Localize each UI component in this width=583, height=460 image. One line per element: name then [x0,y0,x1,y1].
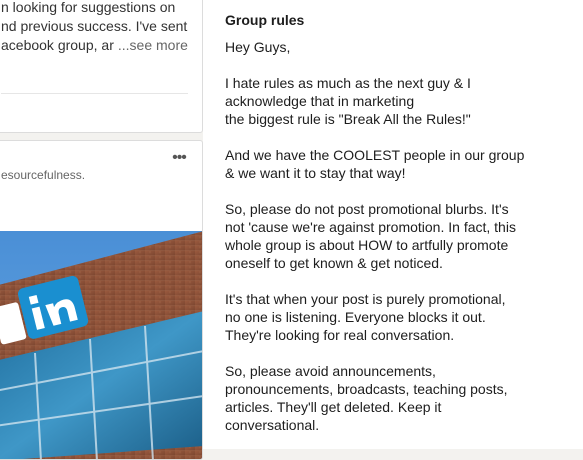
rules-line: So, please avoid announcements, [225,363,436,379]
see-more-link[interactable]: ...see more [118,37,188,53]
rules-paragraph: And we have the COOLEST people in our gr… [225,146,570,182]
rules-paragraph: Hey Guys, [225,38,570,56]
rules-line: articles. They'll get deleted. Keep it [225,399,442,415]
rules-line: acknowledge that in marketing [225,93,415,109]
rules-line: not 'cause we're against promotion. In f… [225,219,516,235]
rules-paragraph: So, please do not post promotional blurb… [225,200,570,272]
rules-line: oneself to get known & get noticed. [225,255,443,271]
post-text-line: n looking for suggestions on [1,0,176,15]
post-text-line: nd previous success. I've sent [1,18,188,34]
ellipsis-icon: ••• [172,149,187,166]
rules-paragraph: I hate rules as much as the next guy & I… [225,74,570,128]
group-rules-title: Group rules [225,12,305,28]
rules-line: pronouncements, broadcasts, teaching pos… [225,381,508,397]
post-text-line: acebook group, ar ...see more [1,36,197,55]
rules-line: the biggest rule is "Break All the Rules… [225,111,471,127]
group-rules-panel: Group rules Hey Guys, I hate rules as mu… [203,0,583,449]
rules-line: Hey Guys, [225,39,291,55]
feed-post-card: n looking for suggestions on nd previous… [0,0,203,133]
rules-line: conversational. [225,417,320,433]
rules-line: no one is listening. Everyone blocks it … [225,309,486,325]
rules-paragraph: So, please avoid announcements, pronounc… [225,362,570,434]
rules-line: whole group is about HOW to artfully pro… [225,237,509,253]
rules-line: So, please do not post promotional blurb… [225,201,509,217]
rules-line: & we want it to stay that way! [225,165,406,181]
rules-line: They're looking for real conversation. [225,327,455,343]
group-rules-body: Hey Guys, I hate rules as much as the ne… [225,38,570,452]
rules-line: It's that when your post is purely promo… [225,291,506,307]
rules-line: I hate rules as much as the next guy & I [225,75,471,91]
post-image[interactable] [0,231,203,460]
rules-line: And we have the COOLEST people in our gr… [225,147,525,163]
rules-paragraph: It's that when your post is purely promo… [225,290,570,344]
divider [1,93,188,94]
more-options-button[interactable]: ••• [168,149,190,166]
post-text-fragment: acebook group, ar [1,37,114,53]
post-text: n looking for suggestions on nd previous… [1,0,197,55]
feed-post-card: ••• esourcefulness. [0,140,203,460]
post-snippet: esourcefulness. [1,168,86,182]
